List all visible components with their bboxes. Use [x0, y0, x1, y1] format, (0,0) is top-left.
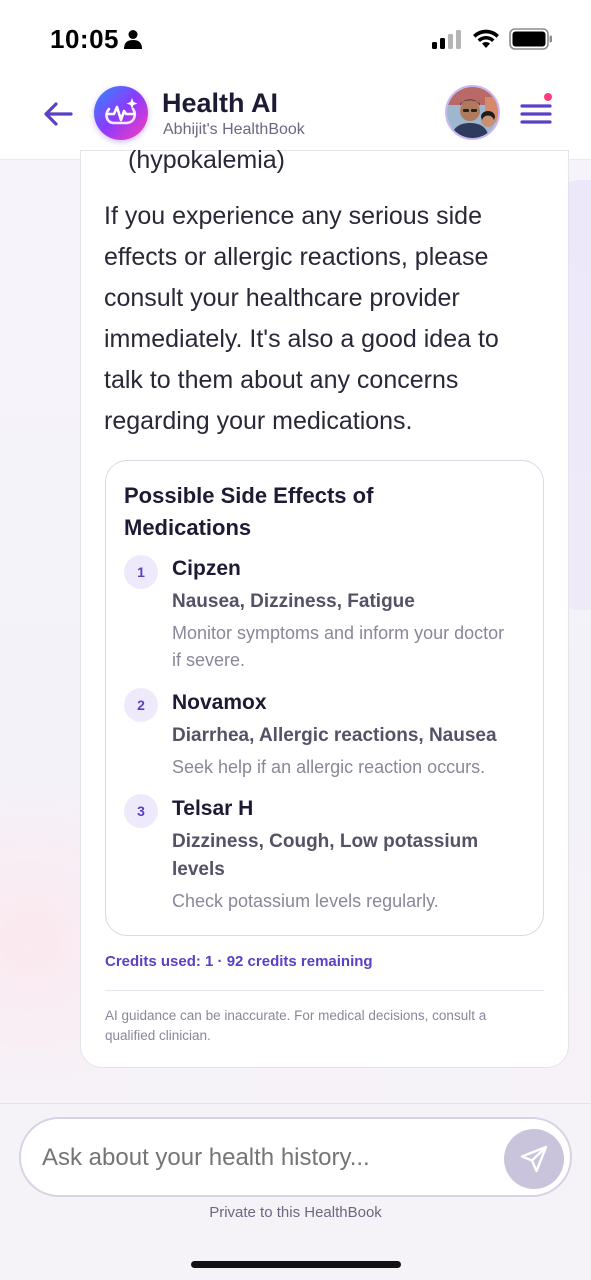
send-button[interactable]	[504, 1129, 564, 1189]
item-number-badge: 3	[124, 794, 158, 828]
arrow-left-icon	[44, 102, 73, 126]
item-number-badge: 2	[124, 688, 158, 722]
back-button[interactable]	[38, 94, 78, 134]
item-number-badge: 1	[124, 555, 158, 589]
side-effects-title: Possible Side Effects of Medications	[124, 483, 374, 540]
medication-advice: Check potassium levels regularly.	[172, 891, 439, 911]
app-logo	[94, 86, 148, 140]
truncated-list-item: (hypokalemia)	[128, 146, 286, 174]
wifi-icon	[473, 29, 499, 48]
status-bar: 10:05	[0, 0, 591, 76]
heartbeat-icon	[105, 98, 138, 125]
medication-side-effects: Dizziness, Cough, Low potassium levels	[172, 831, 479, 880]
medication-advice: Seek help if an allergic reaction occurs…	[172, 757, 486, 777]
person-icon	[124, 30, 142, 49]
ai-disclaimer: AI guidance can be inaccurate. For medic…	[105, 1008, 487, 1043]
avatar[interactable]	[445, 85, 500, 140]
medication-name: Cipzen	[172, 557, 241, 580]
app-header: Health AI Abhijit's HealthBook	[0, 76, 591, 160]
medication-name: Novamox	[172, 691, 267, 714]
status-time: 10:05	[50, 24, 119, 54]
user-photo	[447, 87, 498, 138]
healthbook-name: Abhijit's HealthBook	[163, 121, 305, 138]
app-title: Health AI	[162, 88, 279, 118]
medication-side-effects: Nausea, Dizziness, Fatigue	[172, 591, 415, 612]
medication-name: Telsar H	[172, 797, 254, 820]
send-icon	[520, 1145, 548, 1173]
medication-advice: Monitor symptoms and inform your doctor …	[172, 623, 505, 670]
battery-icon	[509, 28, 552, 50]
cellular-signal-icon	[432, 30, 461, 49]
privacy-note: Private to this HealthBook	[209, 1204, 382, 1221]
notification-dot	[543, 92, 553, 102]
divider	[105, 990, 544, 991]
message-text: If you experience any serious side effec…	[104, 202, 499, 435]
credits-usage: Credits used: 1 · 92 credits remaining	[105, 953, 373, 970]
screen: 10:05 Health AI Abhijit's HealthBook (hy…	[0, 0, 591, 1280]
home-indicator	[191, 1261, 401, 1268]
medication-side-effects: Diarrhea, Allergic reactions, Nausea	[172, 725, 497, 746]
chat-input[interactable]	[42, 1144, 482, 1172]
